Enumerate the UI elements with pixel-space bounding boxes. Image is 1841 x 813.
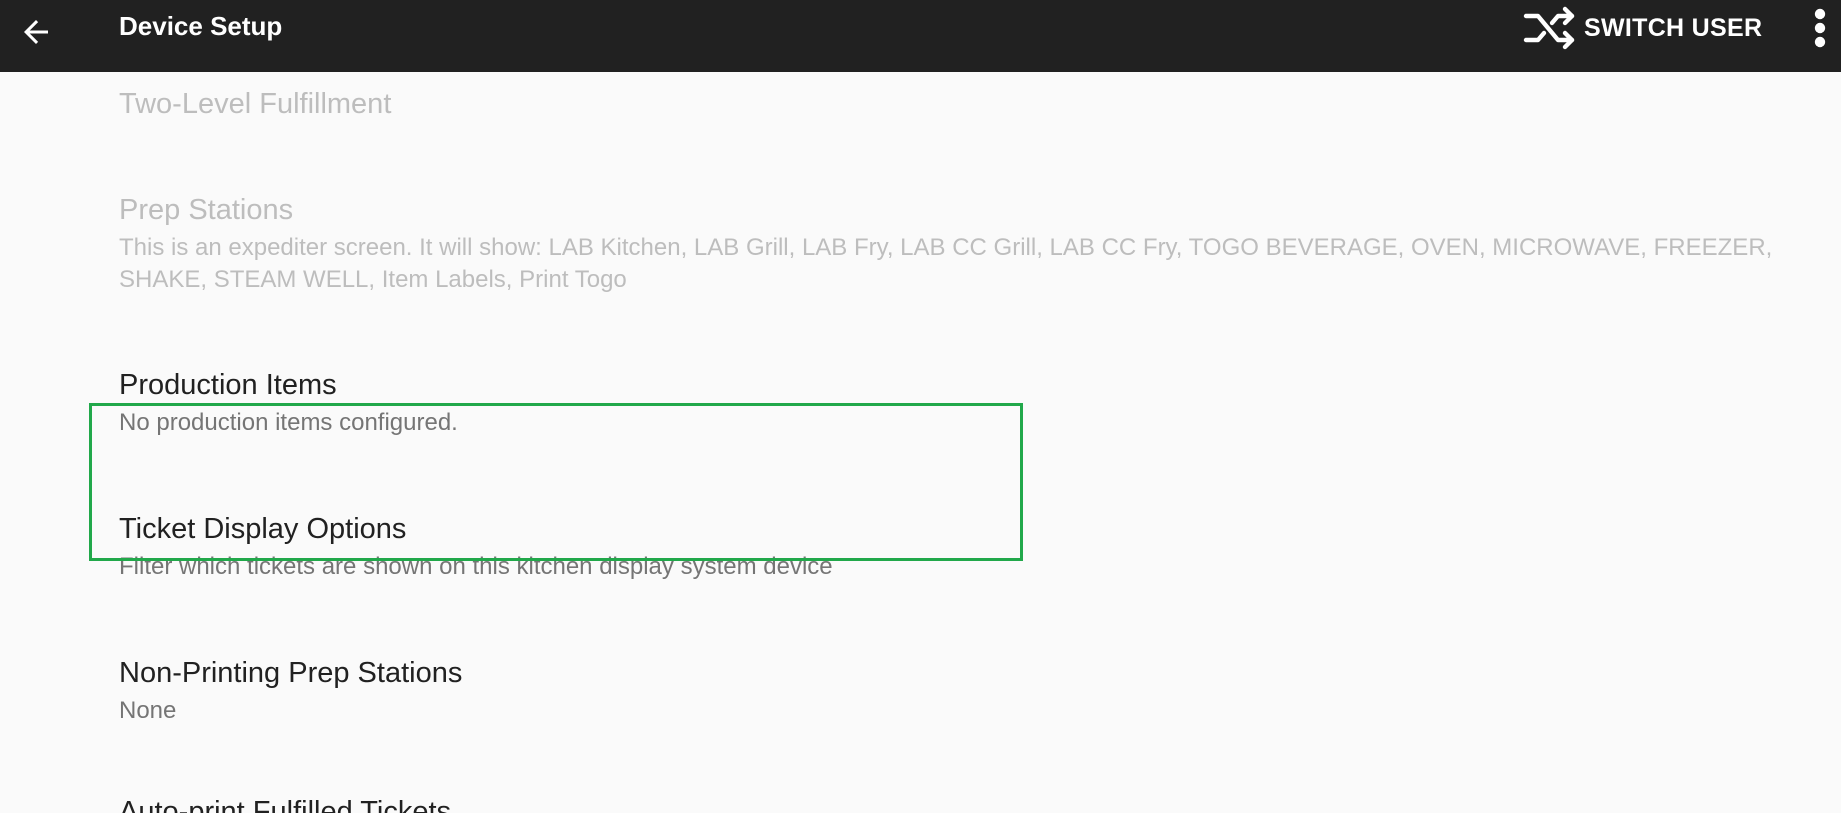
pref-title: Non-Printing Prep Stations bbox=[119, 657, 463, 689]
switch-user-button[interactable]: SWITCH USER bbox=[1522, 6, 1762, 50]
pref-summary: This is an expediter screen. It will sho… bbox=[119, 234, 1773, 293]
pref-summary: No production items configured. bbox=[119, 409, 458, 436]
pref-ticket-display-options[interactable]: Ticket Display Options Filter which tick… bbox=[119, 511, 1799, 583]
pref-title: Auto-print Fulfilled Tickets bbox=[119, 796, 452, 813]
pref-title: Two-Level Fulfillment bbox=[119, 88, 392, 120]
pref-summary: None bbox=[119, 697, 177, 724]
pref-non-printing-prep-stations[interactable]: Non-Printing Prep Stations None bbox=[119, 655, 1799, 727]
pref-production-items[interactable]: Production Items No production items con… bbox=[119, 367, 1799, 439]
app-toolbar: Device Setup SWITCH USER bbox=[0, 0, 1841, 72]
back-button[interactable] bbox=[10, 6, 62, 58]
page-title: Device Setup bbox=[119, 11, 283, 41]
pref-two-level-fulfillment[interactable]: Two-Level Fulfillment bbox=[119, 86, 1799, 122]
pref-summary: Filter which tickets are shown on this k… bbox=[119, 553, 833, 580]
switch-user-label: SWITCH USER bbox=[1584, 13, 1763, 42]
pref-auto-print-fulfilled-tickets[interactable]: Auto-print Fulfilled Tickets bbox=[119, 794, 1799, 813]
shuffle-icon bbox=[1523, 6, 1575, 50]
more-vert-icon bbox=[1814, 8, 1826, 48]
overflow-menu-button[interactable] bbox=[1805, 4, 1835, 52]
pref-title: Prep Stations bbox=[119, 194, 294, 226]
arrow-left-icon bbox=[24, 20, 48, 44]
pref-title: Ticket Display Options bbox=[119, 513, 407, 545]
settings-list: Two-Level Fulfillment Prep Stations This… bbox=[0, 72, 1841, 813]
pref-prep-stations[interactable]: Prep Stations This is an expediter scree… bbox=[119, 192, 1799, 296]
pref-title: Production Items bbox=[119, 369, 337, 401]
